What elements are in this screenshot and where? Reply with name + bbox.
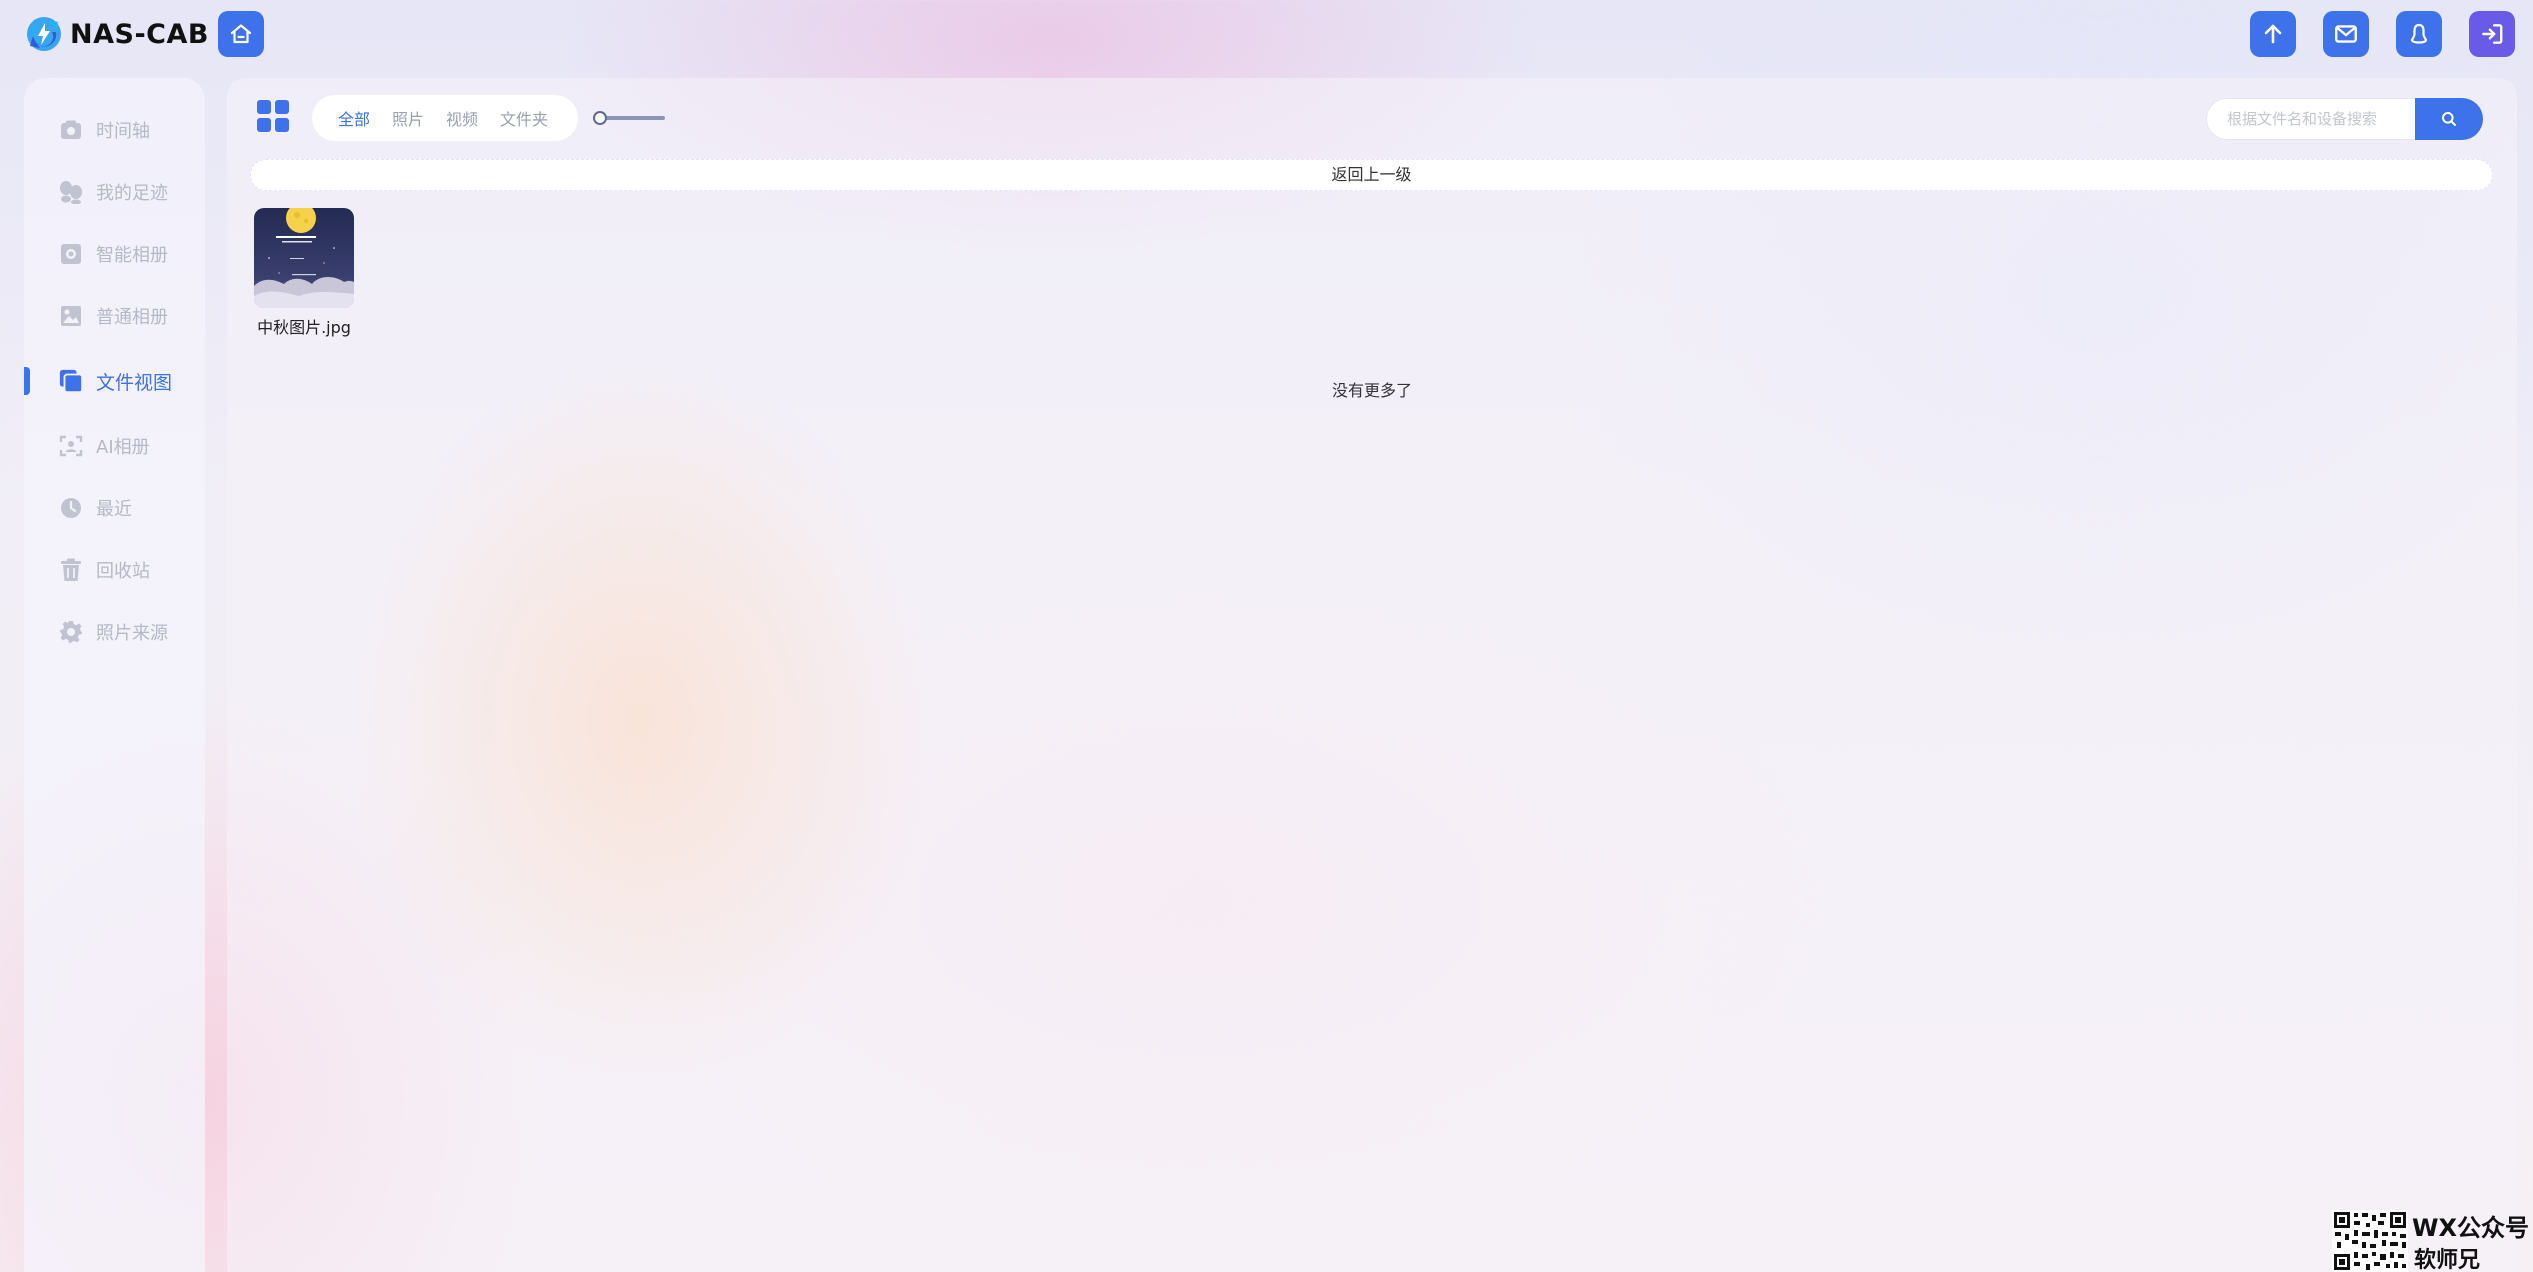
clock-icon	[58, 495, 84, 521]
sidebar-item-label: 普通相册	[96, 307, 168, 328]
sidebar-item-label: 智能相册	[96, 245, 168, 266]
watermark: WX公众号 软师兄	[2332, 1208, 2533, 1272]
file-thumbnail[interactable]	[254, 208, 354, 308]
user-icon	[2410, 23, 2428, 44]
file-item[interactable]: 中秋图片.jpg	[254, 208, 354, 338]
sidebar-item-label: 时间轴	[96, 121, 150, 142]
top-bar: NAS-CAB	[0, 0, 2533, 72]
header-actions	[2250, 11, 2515, 57]
watermark-line2: 软师兄	[2414, 1248, 2481, 1272]
search-button[interactable]	[2415, 98, 2483, 140]
sidebar-item-trash[interactable]: 回收站	[24, 546, 205, 594]
watermark-line1: WX公众号	[2412, 1214, 2529, 1242]
arrow-up-icon	[2264, 24, 2282, 44]
sidebar-item-footprint[interactable]: 我的足迹	[24, 168, 205, 216]
image-icon	[58, 303, 84, 329]
sidebar-item-normal-album[interactable]: 普通相册	[24, 292, 205, 340]
zoom-slider-thumb[interactable]	[593, 111, 607, 125]
camera-icon	[58, 117, 84, 143]
zoom-slider-track	[597, 116, 665, 120]
zoom-slider[interactable]	[593, 111, 665, 125]
home-button[interactable]	[218, 11, 264, 57]
sidebar-item-label: 文件视图	[96, 371, 173, 394]
qr-code	[2332, 1210, 2408, 1272]
end-of-list-message: 没有更多了	[1331, 381, 1412, 400]
sidebar-item-label: 回收站	[96, 561, 150, 582]
mail-icon	[2335, 25, 2357, 43]
copy-icon	[58, 368, 84, 394]
sidebar-item-photo-source[interactable]: 照片来源	[24, 608, 205, 656]
footprint-icon	[58, 179, 84, 205]
logout-icon	[2482, 24, 2503, 44]
smart-album-icon	[58, 241, 84, 267]
trash-icon	[58, 557, 84, 583]
tab-folders[interactable]: 文件夹	[500, 106, 548, 130]
main-panel: 全部 照片 视频 文件夹 返回上一级	[227, 78, 2517, 1272]
grid-icon[interactable]	[257, 100, 289, 132]
logo-icon	[27, 17, 61, 51]
logout-button[interactable]	[2469, 11, 2515, 57]
sidebar: 时间轴 我的足迹 智能相册 普通相册 文件视图 AI相册 最近 回收站 照片来源	[24, 78, 205, 1272]
tab-photos[interactable]: 照片	[392, 106, 424, 130]
user-button[interactable]	[2396, 11, 2442, 57]
home-icon	[230, 24, 252, 44]
sidebar-item-smart-album[interactable]: 智能相册	[24, 230, 205, 278]
app-logo[interactable]: NAS-CAB	[24, 14, 209, 54]
filter-tabs: 全部 照片 视频 文件夹	[312, 95, 578, 141]
upload-button[interactable]	[2250, 11, 2296, 57]
tab-videos[interactable]: 视频	[446, 106, 478, 130]
back-to-parent-button[interactable]: 返回上一级	[250, 159, 2493, 191]
gear-icon	[58, 619, 84, 645]
sidebar-item-ai-album[interactable]: AI相册	[24, 422, 205, 470]
app-name: NAS-CAB	[70, 18, 209, 50]
sidebar-item-timeline[interactable]: 时间轴	[24, 106, 205, 154]
sidebar-item-label: AI相册	[96, 437, 150, 458]
tab-all[interactable]: 全部	[338, 106, 370, 130]
messages-button[interactable]	[2323, 11, 2369, 57]
sidebar-item-label: 最近	[96, 499, 132, 520]
search-input[interactable]	[2206, 98, 2415, 140]
sidebar-item-file-view[interactable]: 文件视图	[24, 357, 205, 405]
sidebar-item-label: 照片来源	[96, 623, 168, 644]
face-scan-icon	[58, 433, 84, 459]
search-icon	[2442, 112, 2456, 126]
sidebar-item-recent[interactable]: 最近	[24, 484, 205, 532]
search-box	[2206, 98, 2483, 140]
file-name: 中秋图片.jpg	[257, 318, 351, 337]
sidebar-item-label: 我的足迹	[96, 183, 168, 204]
